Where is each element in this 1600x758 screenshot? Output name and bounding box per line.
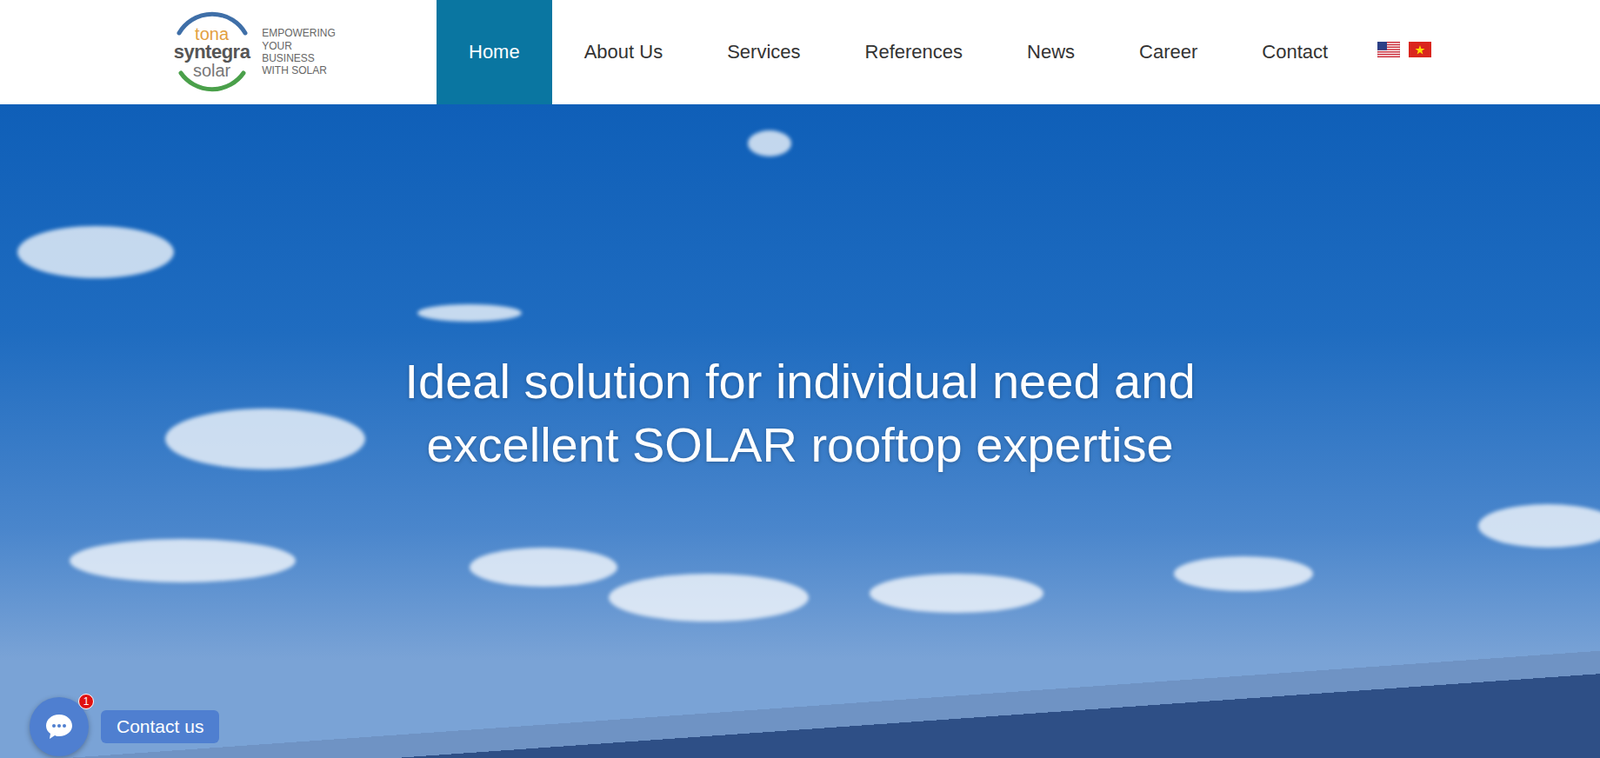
tagline-line: WITH SOLAR [261, 64, 347, 77]
logo-word: solar [193, 61, 231, 80]
chat-bubble-icon [44, 713, 74, 741]
tagline: EMPOWERINGYOUR BUSINESSWITH SOLAR [261, 26, 347, 78]
main-nav: HomeAbout UsServicesReferencesNewsCareer… [436, 0, 1360, 105]
logo-word: tona [194, 25, 229, 43]
hero-headline: Ideal solution for individual need andex… [404, 350, 1195, 478]
site-header: tonasyntegrasolarEMPOWERINGYOUR BUSINESS… [0, 0, 1600, 105]
cloud [1478, 504, 1600, 548]
cloud [165, 408, 366, 470]
nav-item[interactable]: News [994, 0, 1107, 105]
hero-banner: Ideal solution for individual need andex… [0, 104, 1600, 758]
nav-item[interactable]: About Us [552, 0, 696, 105]
us-flag-icon[interactable] [1377, 41, 1400, 58]
contact-us-label[interactable]: Contact us [100, 710, 220, 744]
cloud [417, 304, 522, 322]
cloud [747, 130, 792, 157]
nav-item[interactable]: Services [694, 0, 833, 105]
cloud [608, 573, 809, 622]
notification-badge: 1 [78, 693, 94, 710]
cloud [869, 573, 1044, 614]
logo[interactable]: tonasyntegrasolarEMPOWERINGYOUR BUSINESS… [168, 0, 347, 105]
chat-widget: 1 Contact us [29, 697, 220, 757]
tagline-line: EMPOWERING [261, 26, 347, 40]
cloud [69, 539, 296, 583]
headline-line: Ideal solution for individual need and [404, 350, 1195, 414]
cloud [1173, 556, 1314, 592]
cloud [469, 547, 618, 587]
logo-word: syntegra [173, 42, 251, 62]
nav-item[interactable]: References [833, 0, 996, 105]
headline-line: excellent SOLAR rooftop expertise [404, 413, 1195, 478]
nav-item[interactable]: Career [1106, 0, 1230, 105]
logo-mark: tonasyntegrasolar [168, 6, 255, 98]
nav-item[interactable]: Home [436, 0, 553, 105]
chat-button[interactable]: 1 [29, 697, 89, 757]
cloud [17, 226, 174, 279]
language-switcher [1377, 0, 1432, 105]
nav-item[interactable]: Contact [1229, 0, 1360, 105]
tagline-line: YOUR BUSINESS [261, 40, 347, 66]
vn-flag-icon[interactable] [1408, 41, 1432, 58]
